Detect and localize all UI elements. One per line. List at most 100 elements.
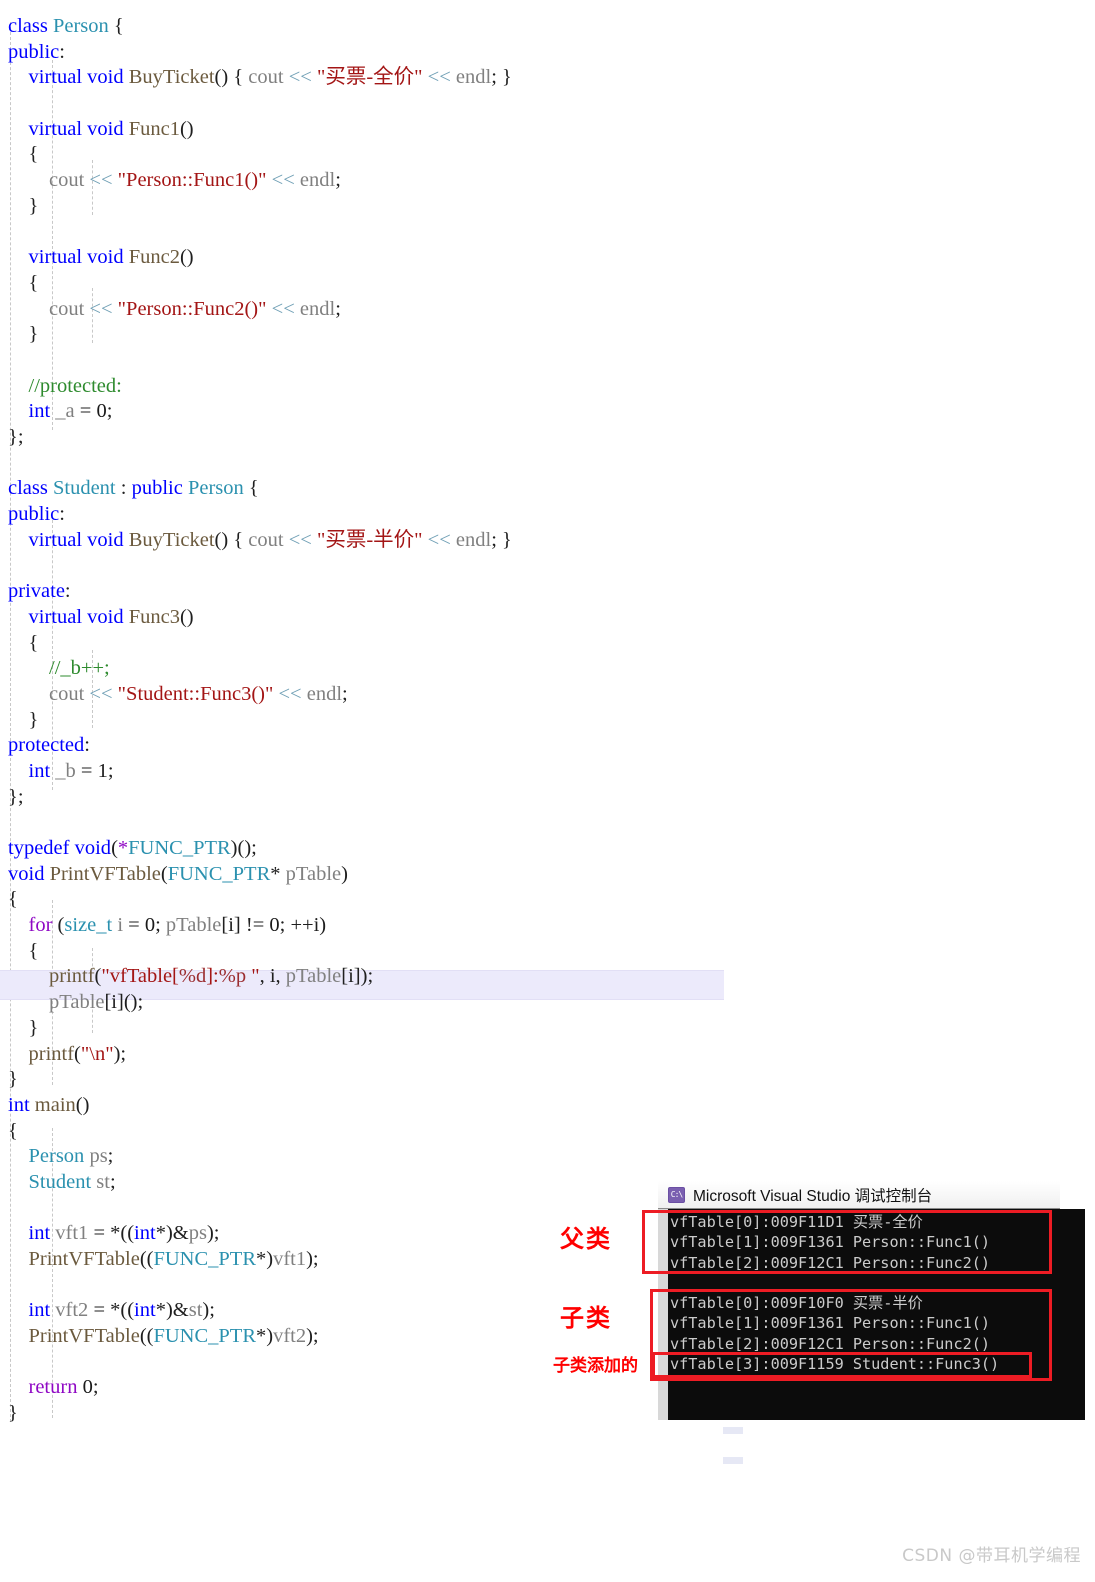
code-line: public: (0, 40, 1095, 66)
code-token: PrintVFTable (28, 1325, 140, 1348)
code-line: { (0, 631, 1095, 657)
code-token: return (28, 1376, 83, 1399)
code-token: = (128, 914, 145, 937)
code-token: int (134, 1299, 156, 1322)
code-token: ; (107, 759, 114, 782)
code-token: ; (109, 1170, 116, 1193)
code-line: } (0, 708, 1095, 734)
code-token: ( (160, 862, 168, 885)
code-token: { (108, 15, 124, 37)
console-title-text: Microsoft Visual Studio 调试控制台 (693, 1187, 933, 1205)
code-token: Func3 (128, 605, 180, 628)
code-line: cout << "Person::Func1()" << endl; (0, 168, 1095, 194)
code-token: "Student::Func3()" (117, 682, 274, 705)
code-token: virtual (28, 528, 88, 551)
code-token: class (8, 15, 53, 37)
code-token: virtual (28, 605, 88, 628)
code-line: class Student : public Person { (0, 476, 1095, 502)
code-token: [i](); (104, 991, 144, 1014)
code-token: int (28, 1299, 56, 1322)
annotation-label-added: 子类添加的 (553, 1356, 638, 1376)
code-token: } (8, 323, 39, 346)
code-line: }; (0, 785, 1095, 811)
code-token: 0 (144, 914, 156, 937)
code-token: 0 (82, 1376, 93, 1399)
code-token: } (8, 1068, 18, 1091)
code-token: virtual (28, 66, 88, 89)
code-token: * (117, 837, 129, 859)
code-token: { (8, 1119, 18, 1142)
code-token: private (8, 580, 65, 603)
code-token: : (84, 734, 90, 757)
code-token: , i, (259, 965, 286, 988)
code-token: virtual (28, 246, 88, 269)
code-line: virtual void BuyTicket() { cout << "买票-全… (0, 65, 1095, 91)
code-token: : (120, 477, 132, 500)
code-token: Func1 (128, 117, 180, 140)
code-token: public (8, 40, 60, 63)
code-token: cout (248, 528, 289, 551)
code-token: vft1 (55, 1222, 94, 1245)
code-token: pTable (49, 991, 105, 1014)
code-token: BuyTicket (128, 528, 215, 551)
code-token: pTable (285, 862, 342, 885)
code-line: cout << "Student::Func3()" << endl; (0, 682, 1095, 708)
code-token: pTable (285, 965, 342, 988)
code-token: () { (214, 528, 249, 551)
code-token: { (8, 631, 39, 654)
code-token: BuyTicket (128, 66, 215, 89)
highlight-artifact (723, 1457, 743, 1464)
code-token: () (179, 246, 194, 269)
code-token: void (87, 117, 129, 140)
code-token: ; (335, 169, 341, 192)
code-token: = (80, 759, 98, 782)
code-token: Person (52, 15, 109, 37)
code-token: << (266, 169, 300, 192)
code-token: ; } (491, 66, 512, 89)
code-token: "\n" (80, 1042, 114, 1065)
code-token: *) (256, 1325, 274, 1348)
code-token: ps (188, 1222, 207, 1245)
code-token: ) (341, 862, 348, 885)
code-line: } (0, 1016, 1095, 1042)
annotation-box-parent-vtable (642, 1210, 1052, 1274)
code-token: << (273, 682, 307, 705)
code-token: vft2 (273, 1325, 307, 1348)
code-line: printf("\n"); (0, 1042, 1095, 1068)
code-token: printf (28, 1042, 75, 1065)
code-token: }; (8, 785, 24, 808)
code-token: %p (218, 965, 247, 988)
code-token: } (8, 1016, 39, 1039)
code-line: for (size_t i = 0; pTable[i] != 0; ++i) (0, 913, 1095, 939)
code-token: cout (49, 169, 90, 192)
code-line: void PrintVFTable(FUNC_PTR* pTable) (0, 862, 1095, 888)
code-token: FUNC_PTR (167, 862, 271, 885)
code-token: _a (55, 400, 80, 423)
code-token: size_t (64, 914, 118, 937)
code-token: protected (8, 734, 85, 757)
code-line: cout << "Person::Func2()" << endl; (0, 297, 1095, 323)
code-token: Person (187, 477, 244, 500)
code-line: { (0, 1119, 1095, 1145)
code-token: FUNC_PTR (153, 1248, 256, 1270)
code-token: ; (106, 400, 113, 423)
code-token: Student (28, 1170, 97, 1193)
code-token: _b (55, 759, 81, 782)
console-title-bar[interactable]: C:\ Microsoft Visual Studio 调试控制台 (658, 1181, 1060, 1209)
code-token: //protected: (28, 374, 122, 397)
annotation-label-parent: 父类 (560, 1225, 612, 1253)
code-token: () (75, 1093, 90, 1116)
